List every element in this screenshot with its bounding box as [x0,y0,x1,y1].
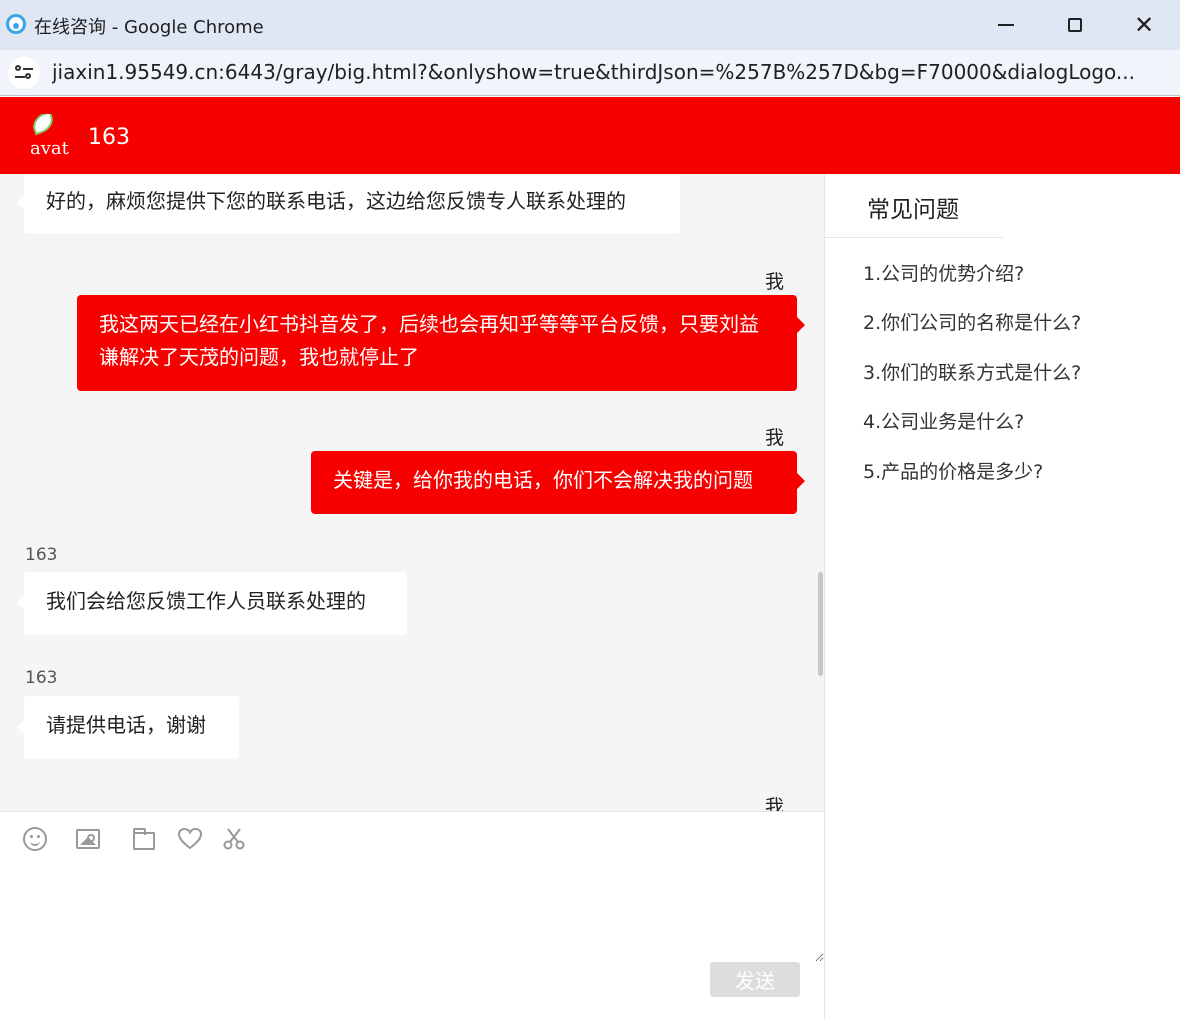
file-button[interactable] [131,826,157,852]
message-sender: 163 [25,668,58,688]
maximize-icon [1068,18,1082,32]
close-icon: ✕ [1133,11,1155,39]
message-list[interactable]: 好的，麻烦您提供下您的联系电话，这边给您反馈专人联系处理的 我 我这两天已经在小… [0,174,824,811]
minimize-button[interactable] [986,8,1026,42]
close-button[interactable]: ✕ [1124,8,1164,42]
app-icon [6,14,26,34]
screenshot-button[interactable] [221,826,247,852]
minimize-icon [998,24,1014,26]
emoji-icon [23,827,47,851]
message-sender: 163 [25,545,58,565]
faq-title: 常见问题 [867,197,959,223]
browser-title-bar: 在线咨询 - Google Chrome ✕ [0,0,1180,50]
message-sender: 我 [765,796,785,811]
broken-image-icon [30,114,57,136]
faq-panel: 常见问题 1.公司的优势介绍? 2.你们公司的名称是什么? 3.你们的联系方式是… [824,174,1180,1020]
chat-scrollbar[interactable] [818,572,823,676]
scissors-icon [223,828,245,850]
message-bubble: 请提供电话，谢谢 [17,696,239,759]
site-info-button[interactable] [8,57,40,89]
address-bar: jiaxin1.95549.cn:6443/gray/big.html?&onl… [0,50,1180,96]
agent-name: 163 [88,125,130,150]
faq-item[interactable]: 5.产品的价格是多少? [863,457,1043,484]
message-sender: 我 [765,427,785,449]
folder-icon [133,828,155,850]
heart-icon [177,827,203,850]
composer: 发送 [0,811,824,1020]
maximize-button[interactable] [1055,8,1095,42]
faq-item[interactable]: 4.公司业务是什么? [863,407,1024,434]
faq-item[interactable]: 1.公司的优势介绍? [863,259,1024,286]
faq-divider [825,237,1003,238]
faq-item[interactable]: 2.你们公司的名称是什么? [863,308,1081,335]
emoji-button[interactable] [22,826,48,852]
message-bubble: 我们会给您反馈工作人员联系处理的 [17,572,407,635]
favorite-button[interactable] [177,826,203,852]
message-bubble: 我这两天已经在小红书抖音发了，后续也会再知乎等等平台反馈，只要刘益谦解决了天茂的… [77,295,805,391]
window-title: 在线咨询 - Google Chrome [34,17,264,38]
message-bubble: 好的，麻烦您提供下您的联系电话，这边给您反馈专人联系处理的 [17,174,680,234]
image-icon [76,829,100,849]
image-button[interactable] [75,826,101,852]
message-sender: 我 [765,271,785,293]
site-settings-icon [15,65,33,80]
message-input[interactable] [0,862,824,962]
message-bubble: 关键是，给你我的电话，你们不会解决我的问题 [311,451,805,514]
avatar-alt-text: avat [30,138,69,159]
chat-header: avat 163 [0,97,1180,174]
avatar: avat [30,114,76,160]
url-field[interactable]: jiaxin1.95549.cn:6443/gray/big.html?&onl… [52,60,1162,84]
send-button[interactable]: 发送 [710,962,800,997]
faq-item[interactable]: 3.你们的联系方式是什么? [863,358,1081,385]
